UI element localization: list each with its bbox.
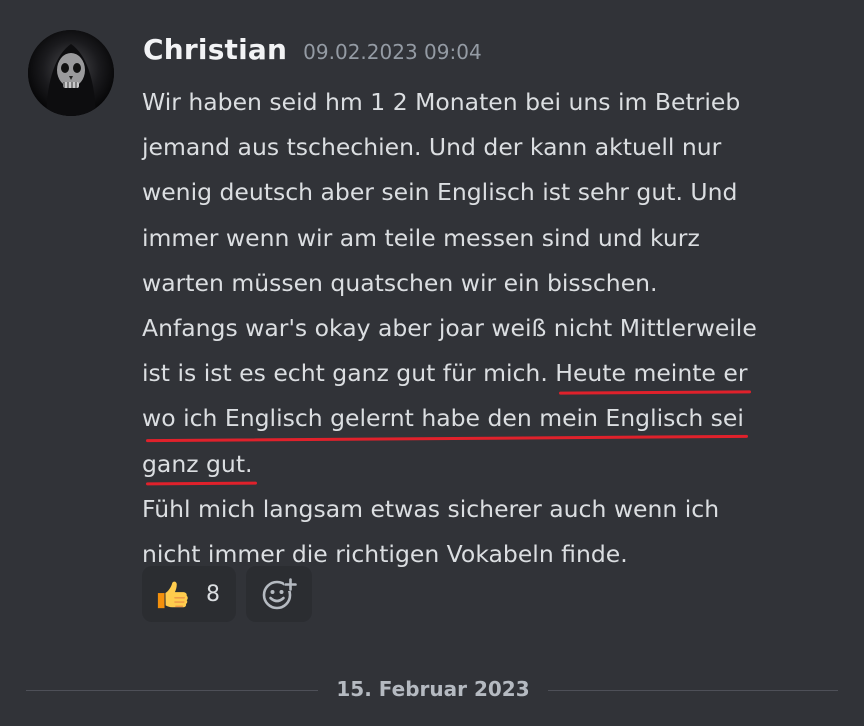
divider-line	[26, 690, 318, 691]
skull-avatar-icon	[28, 30, 114, 116]
message-line: ganz gut.	[142, 442, 842, 487]
reaction-thumbs-up[interactable]: 8	[142, 566, 236, 622]
divider-line	[548, 690, 838, 691]
date-divider: 15. Februar 2023	[26, 670, 838, 710]
message-header: Christian 09.02.2023 09:04	[143, 33, 482, 73]
message-line: Fühl mich langsam etwas sicherer auch we…	[142, 494, 720, 523]
add-reaction-icon	[262, 578, 297, 610]
message-line: Wir haben seid hm 1 2 Monaten bei uns im…	[142, 88, 741, 116]
message-line: immer wenn wir am teile messen sind und …	[142, 223, 700, 252]
message-content: Wir haben seid hm 1 2 Monaten bei uns im…	[142, 80, 842, 577]
message-line: wenig deutsch aber sein Englisch ist seh…	[142, 178, 738, 207]
date-label: 15. Februar 2023	[336, 677, 530, 701]
red-underlined-text: wo ich Englisch gelernt habe den mein En…	[142, 396, 744, 441]
add-reaction-button[interactable]	[246, 566, 312, 622]
username[interactable]: Christian	[143, 33, 287, 66]
message: Christian 09.02.2023 09:04 Wir haben seid…	[0, 0, 864, 660]
message-line: wo ich Englisch gelernt habe den mein En…	[142, 396, 842, 441]
message-text: ist is ist es echt ganz gut für mich.	[142, 359, 556, 388]
message-line: Anfangs war's okay aber joar weiß nicht …	[142, 313, 757, 342]
reaction-count: 8	[206, 581, 220, 607]
message-line: warten müssen quatschen wir ein bisschen…	[142, 268, 658, 297]
message-line: ist is ist es echt ganz gut für mich. He…	[142, 351, 842, 396]
avatar[interactable]	[28, 30, 114, 116]
timestamp[interactable]: 09.02.2023 09:04	[303, 40, 482, 64]
message-line: jemand aus tschechien. Und der kann aktu…	[142, 133, 722, 162]
reactions-bar: 8	[142, 566, 312, 622]
red-underlined-text: Heute meinte er	[555, 351, 747, 396]
thumbs-up-icon	[154, 575, 192, 613]
red-underlined-text: ganz gut.	[142, 442, 253, 487]
